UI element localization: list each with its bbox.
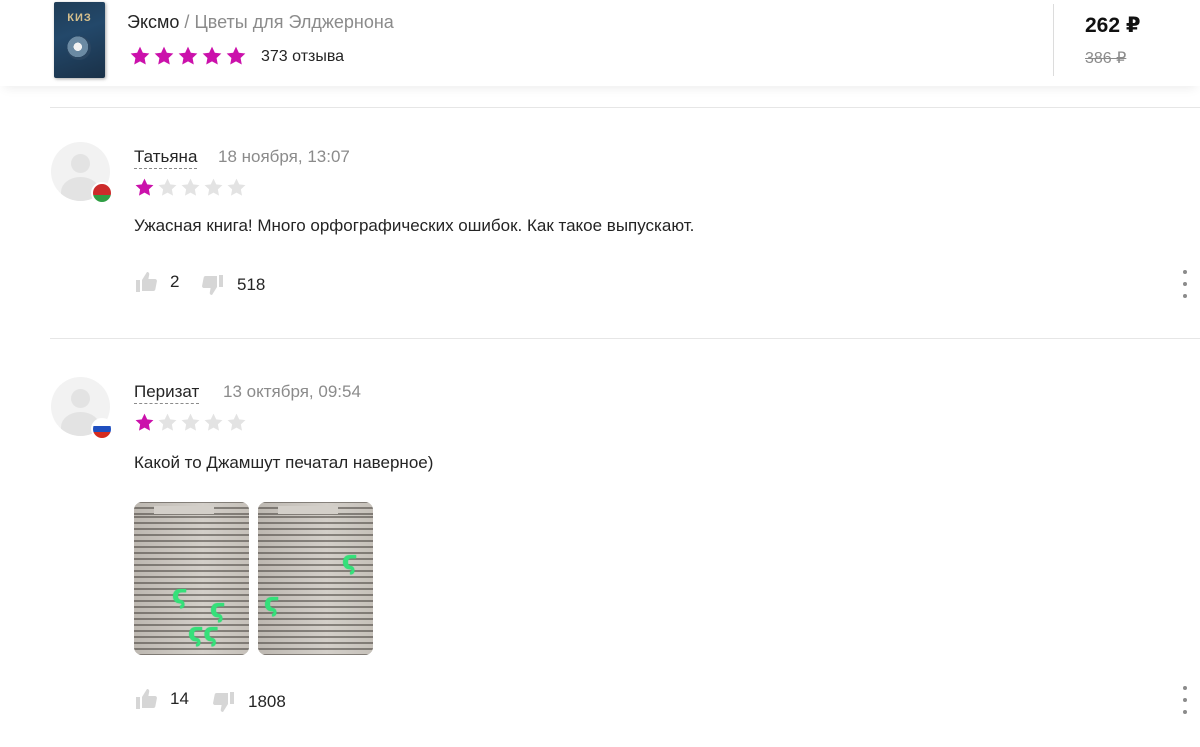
star-filled-icon xyxy=(135,178,154,196)
review-date: 18 ноября, 13:07 xyxy=(218,147,350,166)
product-brand[interactable]: Эксмо xyxy=(127,12,179,32)
dislike-button[interactable]: 1808 xyxy=(212,690,286,714)
product-name[interactable]: Цветы для Элджернона xyxy=(194,12,393,32)
like-button[interactable]: 14 xyxy=(134,687,189,711)
divider xyxy=(50,107,1200,108)
product-title[interactable]: Эксмо / Цветы для Элджернона xyxy=(127,12,394,33)
review-date: 13 октября, 09:54 xyxy=(223,382,361,401)
review-author[interactable]: Перизат xyxy=(134,382,200,404)
dislike-count: 518 xyxy=(237,275,266,294)
thumbs-up-icon xyxy=(136,689,157,709)
product-header: КИЗ Эксмо / Цветы для Элджернона 373 отз… xyxy=(0,0,1200,86)
thumbs-up-icon xyxy=(136,272,157,292)
dislike-button[interactable]: 518 xyxy=(201,273,265,297)
book-cover-image[interactable]: КИЗ xyxy=(54,2,105,78)
star-filled-icon xyxy=(178,46,198,65)
review-rating-stars xyxy=(134,177,247,198)
star-empty-icon xyxy=(227,178,246,196)
star-empty-icon xyxy=(181,178,200,196)
more-options-icon[interactable] xyxy=(1179,270,1191,298)
star-filled-icon xyxy=(130,46,150,65)
review-photo[interactable]: ϛ ϛ ϛϛ xyxy=(134,502,249,655)
more-options-icon[interactable] xyxy=(1179,686,1191,714)
star-filled-icon xyxy=(226,46,246,65)
review-text: Ужасная книга! Много орфографических оши… xyxy=(134,216,695,235)
cover-title: КИЗ xyxy=(67,12,92,24)
price-divider xyxy=(1053,4,1054,76)
dislike-count: 1808 xyxy=(248,692,286,711)
review-author[interactable]: Татьяна xyxy=(134,147,198,169)
review-photo[interactable]: ϛ ϛ xyxy=(258,502,373,655)
like-count: 14 xyxy=(170,689,189,708)
star-empty-icon xyxy=(227,413,246,431)
russia-flag-icon xyxy=(91,418,113,440)
star-empty-icon xyxy=(204,178,223,196)
star-empty-icon xyxy=(158,178,177,196)
star-filled-icon xyxy=(154,46,174,65)
title-separator: / xyxy=(184,12,190,32)
review-text: Какой то Джамшут печатал наверное) xyxy=(134,453,434,472)
divider xyxy=(50,338,1200,339)
like-button[interactable]: 2 xyxy=(134,270,179,294)
thumbs-down-icon xyxy=(213,692,234,712)
thumbs-down-icon xyxy=(202,275,223,295)
price-old: 386 ₽ xyxy=(1085,50,1127,67)
price-current: 262 ₽ xyxy=(1085,14,1141,37)
star-empty-icon xyxy=(158,413,177,431)
cover-art xyxy=(67,36,91,60)
star-empty-icon xyxy=(181,413,200,431)
review-rating-stars xyxy=(134,412,247,433)
star-empty-icon xyxy=(204,413,223,431)
star-filled-icon xyxy=(202,46,222,65)
product-rating-stars xyxy=(129,45,247,67)
star-filled-icon xyxy=(135,413,154,431)
like-count: 2 xyxy=(170,272,180,291)
belarus-flag-icon xyxy=(91,182,113,204)
product-reviews-count[interactable]: 373 отзыва xyxy=(261,48,344,66)
